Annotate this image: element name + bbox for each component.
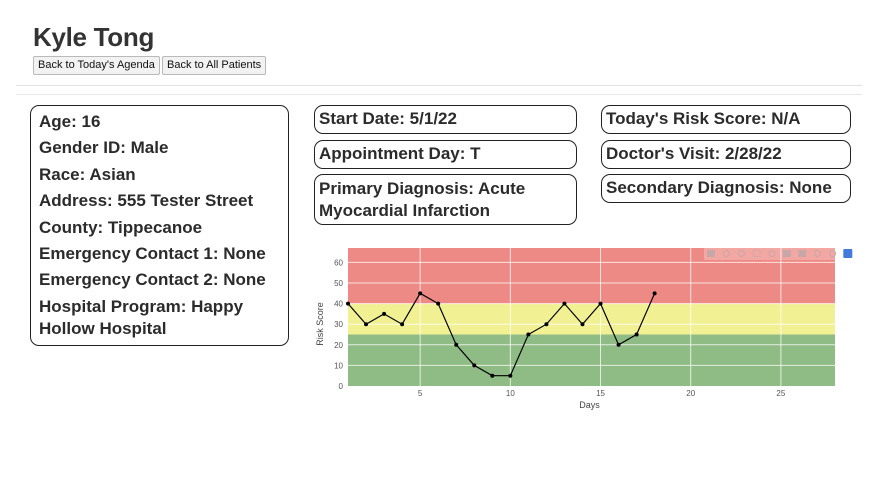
county-text: County: Tippecanoe xyxy=(39,217,203,237)
risk-band-1 xyxy=(348,303,835,335)
data-point[interactable] xyxy=(382,311,387,316)
data-point[interactable] xyxy=(418,291,423,296)
secondary-diagnosis-card: Secondary Diagnosis: None xyxy=(601,174,851,203)
modebar xyxy=(704,247,838,260)
y-tick-label: 60 xyxy=(334,258,343,267)
camera-icon[interactable] xyxy=(707,250,715,257)
data-point[interactable] xyxy=(346,301,350,306)
data-point[interactable] xyxy=(508,373,513,378)
data-point[interactable] xyxy=(526,332,531,337)
risk-score-text: Today's Risk Score: N/A xyxy=(606,109,801,128)
risk-score-card: Today's Risk Score: N/A xyxy=(601,105,851,134)
data-point[interactable] xyxy=(490,373,495,378)
y-tick-label: 50 xyxy=(334,279,343,288)
data-point[interactable] xyxy=(436,301,441,306)
data-point[interactable] xyxy=(400,322,405,327)
appointment-day-text: Appointment Day: T xyxy=(319,144,481,163)
secondary-diagnosis-text: Secondary Diagnosis: None xyxy=(606,178,832,197)
data-point[interactable] xyxy=(544,322,549,327)
emergency-contact-2-text: Emergency Contact 2: None xyxy=(39,270,266,290)
x-tick-label: 15 xyxy=(596,389,605,398)
age-text: Age: 16 xyxy=(39,112,101,131)
risk-score-chart-svg[interactable]: 0 10 20 30 40 50 60 5 10 15 20 25 Days Risk Score xyxy=(305,240,870,420)
zoom-in-icon-shape xyxy=(783,250,791,257)
data-point[interactable] xyxy=(616,342,621,347)
y-tick-label: 0 xyxy=(339,382,344,391)
data-point[interactable] xyxy=(562,301,567,306)
y-tick-label: 40 xyxy=(334,300,343,309)
start-date-card: Start Date: 5/1/22 xyxy=(314,105,577,134)
data-point[interactable] xyxy=(580,322,585,327)
back-to-agenda-button[interactable]: Back to Today's Agenda xyxy=(33,56,160,75)
page-title: Kyle Tong xyxy=(33,22,155,52)
data-point[interactable] xyxy=(454,342,459,347)
data-point[interactable] xyxy=(472,363,477,368)
y-tick-label: 30 xyxy=(334,320,343,329)
zoom-out-icon[interactable] xyxy=(798,250,807,257)
primary-diagnosis-text: Primary Diagnosis: Acute Myocardial Infa… xyxy=(319,179,526,220)
data-point[interactable] xyxy=(634,332,639,337)
camera-icon-shape xyxy=(707,250,715,257)
start-date-text: Start Date: 5/1/22 xyxy=(319,109,457,128)
race-text: Race: Asian xyxy=(39,164,136,184)
address-text: Address: 555 Tester Street xyxy=(39,191,254,211)
zoom-in-icon[interactable] xyxy=(783,250,791,257)
appointment-day-card: Appointment Day: T xyxy=(314,140,577,169)
risk-band-0 xyxy=(348,334,835,386)
y-tick-label: 10 xyxy=(334,361,343,370)
doctors-visit-text: Doctor's Visit: 2/28/22 xyxy=(606,144,782,163)
x-tick-label: 5 xyxy=(418,389,423,398)
hospital-program-text: Hospital Program: Happy Hollow Hospital xyxy=(39,296,244,338)
back-to-patients-button[interactable]: Back to All Patients xyxy=(162,56,267,75)
x-tick-label: 10 xyxy=(506,389,515,398)
data-point[interactable] xyxy=(598,301,603,306)
emergency-contact-1-text: Emergency Contact 1: None xyxy=(39,243,266,263)
data-point[interactable] xyxy=(652,291,657,296)
x-tick-label: 20 xyxy=(686,389,695,398)
gender-text: Gender ID: Male xyxy=(39,138,169,158)
zoom-out-icon-shape xyxy=(798,250,807,257)
primary-diagnosis-card: Primary Diagnosis: Acute Myocardial Infa… xyxy=(314,174,577,225)
plotly-logo-icon[interactable] xyxy=(843,249,853,258)
divider xyxy=(16,94,862,95)
x-axis-title: Days xyxy=(579,400,600,410)
patient-info-card: Age: 16 Gender ID: Male Race: Asian Addr… xyxy=(30,105,289,346)
data-point[interactable] xyxy=(364,322,369,327)
y-axis-title: Risk Score xyxy=(315,302,325,346)
y-tick-label: 20 xyxy=(334,341,343,350)
plotly-logo-icon-shape xyxy=(843,249,853,258)
doctors-visit-card: Doctor's Visit: 2/28/22 xyxy=(601,140,851,169)
risk-score-chart[interactable]: 0 10 20 30 40 50 60 5 10 15 20 25 Days Risk Score xyxy=(305,240,870,420)
x-tick-label: 25 xyxy=(776,389,785,398)
divider xyxy=(16,85,862,86)
